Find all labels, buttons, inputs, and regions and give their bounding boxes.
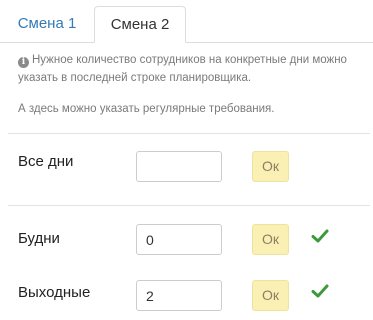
tab-shift-2[interactable]: Смена 2 bbox=[94, 6, 186, 43]
shift-tabs: Смена 1 Смена 2 bbox=[0, 0, 373, 43]
info-circle-icon: i bbox=[18, 57, 29, 68]
all-days-input[interactable] bbox=[136, 151, 222, 182]
all-days-ok-button[interactable]: Ок bbox=[252, 151, 289, 182]
info-hint-text: Нужное количество сотрудников на конкрет… bbox=[18, 54, 347, 84]
weekdays-ok-button[interactable]: Ок bbox=[252, 224, 289, 255]
info-hint: i Нужное количество сотрудников на конкре… bbox=[18, 51, 363, 87]
weekdays-label: Будни bbox=[18, 230, 60, 247]
all-days-label: Все дни bbox=[18, 153, 74, 170]
check-icon bbox=[311, 229, 329, 243]
divider bbox=[8, 205, 370, 206]
regular-hint-text: А здесь можно указать регулярные требова… bbox=[18, 103, 275, 115]
weekends-input[interactable] bbox=[136, 280, 222, 311]
weekdays-input[interactable] bbox=[136, 224, 222, 255]
check-icon bbox=[311, 284, 329, 298]
tabs-divider bbox=[0, 42, 373, 43]
tab-shift-1[interactable]: Смена 1 bbox=[8, 6, 86, 42]
divider bbox=[8, 133, 370, 134]
weekends-ok-button[interactable]: Ок bbox=[252, 280, 289, 311]
weekends-label: Выходные bbox=[18, 284, 91, 301]
